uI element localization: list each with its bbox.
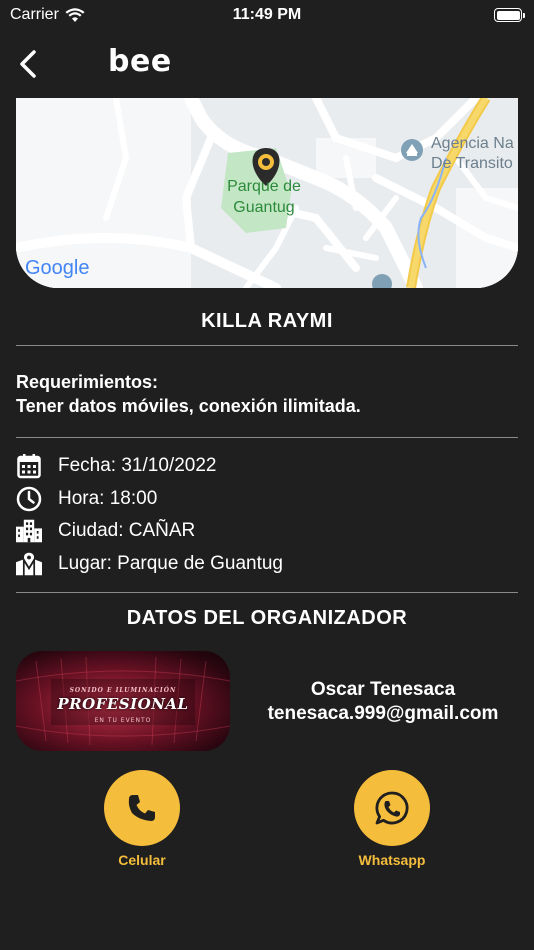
requirements-section: Requerimientos: Tener datos móviles, con… bbox=[16, 370, 518, 418]
place-text: Lugar: Parque de Guantug bbox=[58, 552, 284, 574]
event-details: Fecha: 31/10/2022 Hora: 18:00 Ciudad: CA… bbox=[16, 450, 518, 580]
date-row: Fecha: 31/10/2022 bbox=[16, 450, 518, 483]
park-label-2: Guantug bbox=[233, 199, 294, 216]
map-location-icon bbox=[16, 551, 42, 577]
status-left: Carrier bbox=[10, 6, 85, 24]
divider bbox=[16, 592, 518, 593]
organizer-banner-image: SONIDO E ILUMINACIÓN PROFESIONAL EN TU E… bbox=[16, 651, 230, 751]
place-row: Lugar: Parque de Guantug bbox=[16, 548, 518, 581]
requirements-heading: Requerimientos: bbox=[16, 372, 159, 392]
city-text: Ciudad: CAÑAR bbox=[58, 520, 196, 542]
app-logo: bee bbox=[108, 44, 172, 79]
clock-icon bbox=[16, 486, 42, 512]
battery-icon bbox=[494, 8, 525, 22]
phone-button[interactable]: Celular bbox=[82, 770, 202, 868]
event-title: KILLA RAYMI bbox=[201, 310, 333, 332]
requirements-text: Tener datos móviles, conexión ilimitada. bbox=[16, 396, 361, 416]
carrier-label: Carrier bbox=[10, 6, 59, 23]
map-graphic: Parque de Guantug Agencia Na De Transito… bbox=[16, 98, 518, 288]
park-label-1: Parque de bbox=[227, 178, 301, 195]
organizer-heading: DATOS DEL ORGANIZADOR bbox=[126, 607, 408, 629]
organizer-info: Oscar Tenesaca tenesaca.999@gmail.com bbox=[232, 678, 534, 726]
nav-bar: bee bbox=[0, 30, 534, 98]
city-row: Ciudad: CAÑAR bbox=[16, 515, 518, 548]
city-icon bbox=[16, 518, 42, 544]
calendar-icon bbox=[16, 453, 42, 479]
organizer-name: Oscar Tenesaca bbox=[310, 679, 456, 700]
whatsapp-button-circle[interactable] bbox=[354, 770, 430, 846]
chevron-left-icon bbox=[20, 50, 36, 78]
time-text: Hora: 18:00 bbox=[58, 487, 158, 509]
banner-main-text: PROFESIONAL bbox=[57, 695, 189, 713]
divider bbox=[16, 437, 518, 438]
phone-label: Celular bbox=[118, 852, 166, 868]
back-button[interactable] bbox=[14, 48, 46, 80]
date-text: Fecha: 31/10/2022 bbox=[58, 455, 217, 477]
poi-label-1: Agencia Na bbox=[431, 135, 514, 152]
banner-sub-text: EN TU EVENTO bbox=[94, 717, 152, 724]
phone-button-circle[interactable] bbox=[104, 770, 180, 846]
divider bbox=[16, 345, 518, 346]
banner-top-text: SONIDO E ILUMINACIÓN bbox=[69, 687, 177, 694]
time-row: Hora: 18:00 bbox=[16, 483, 518, 516]
whatsapp-icon bbox=[375, 791, 409, 825]
google-attribution: Google bbox=[25, 257, 90, 279]
organizer-email[interactable]: tenesaca.999@gmail.com bbox=[232, 702, 534, 726]
event-map[interactable]: Parque de Guantug Agencia Na De Transito… bbox=[16, 98, 518, 288]
whatsapp-label: Whatsapp bbox=[358, 852, 426, 868]
status-bar: Carrier 11:49 PM bbox=[0, 0, 534, 30]
poi-label-2: De Transito bbox=[431, 155, 513, 172]
wifi-icon bbox=[65, 7, 85, 22]
phone-icon bbox=[128, 795, 155, 821]
whatsapp-button[interactable]: Whatsapp bbox=[332, 770, 452, 868]
